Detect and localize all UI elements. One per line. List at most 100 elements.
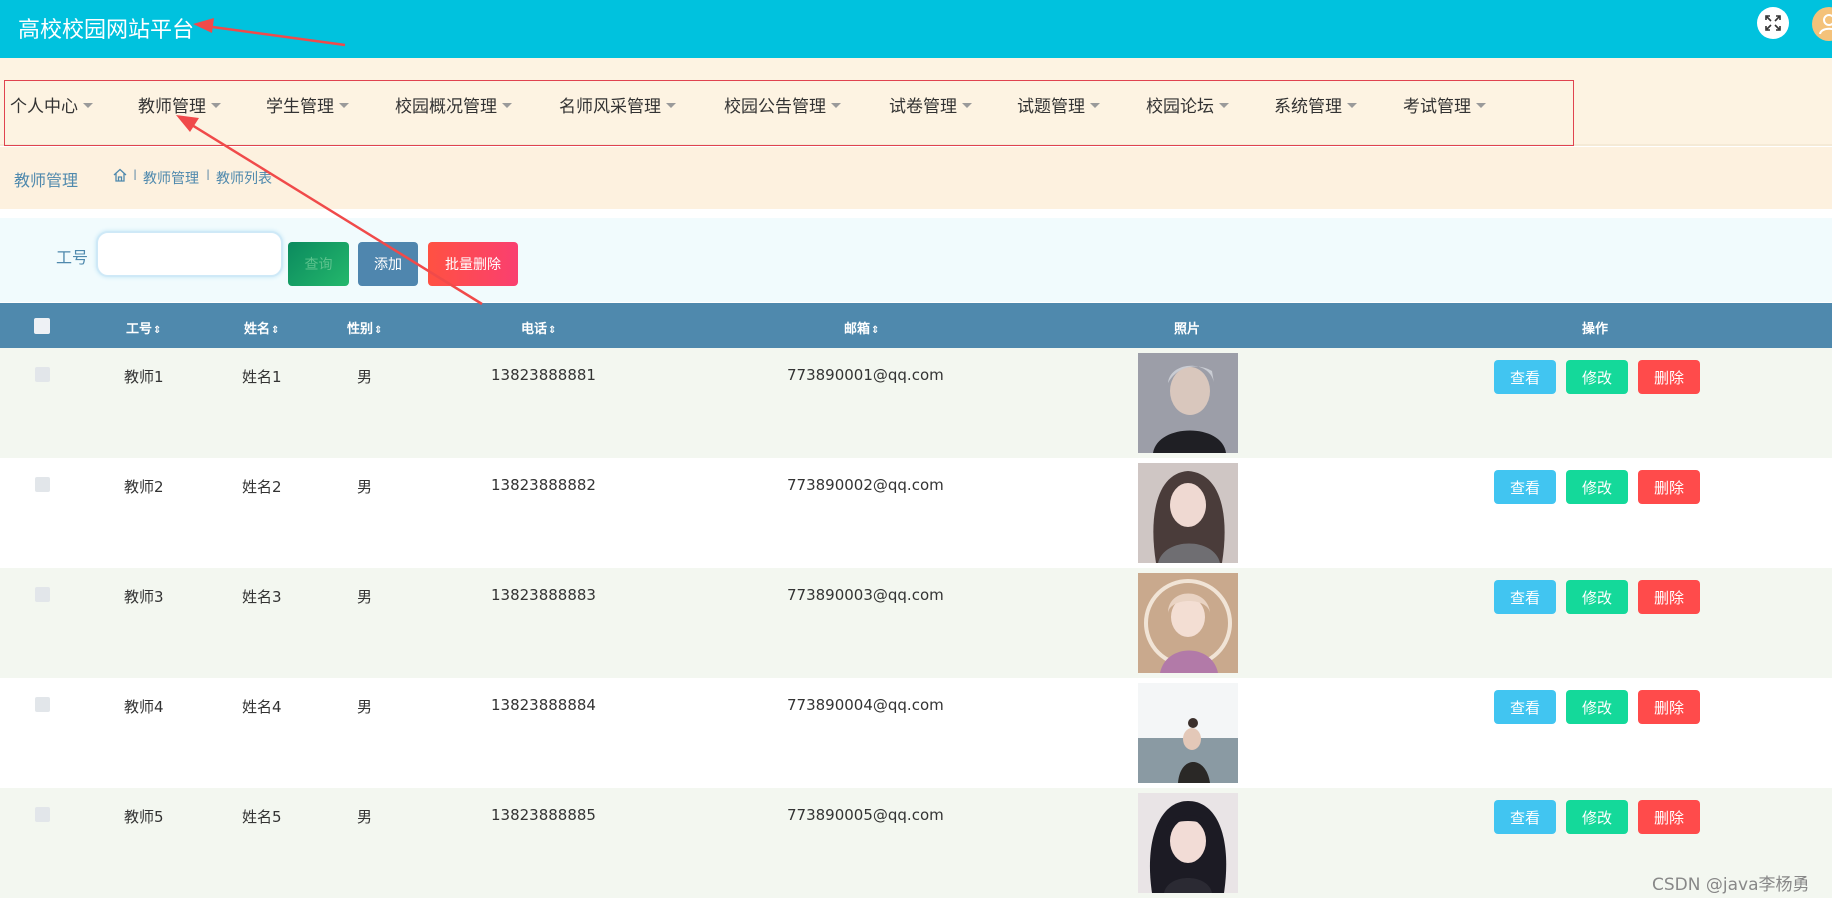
nav-item-exam-management[interactable]: 考试管理 [1403,92,1486,117]
table-row [0,568,1832,678]
search-label: 工号 [56,248,89,267]
caret-down-icon [666,102,676,108]
expand-icon [1765,15,1781,31]
delete-button[interactable]: 删除 [1638,360,1700,394]
cell-id: 教师3 [124,588,164,606]
select-all-checkbox[interactable] [34,318,50,334]
cell-email: 773890001@qq.com [787,366,944,384]
nav-item-label: 学生管理 [266,96,334,117]
breadcrumb-item-teacher-list: 教师列表 [216,171,272,187]
cell-id: 教师1 [124,368,164,386]
sort-icon: ⇕ [153,325,162,336]
cell-id: 教师4 [124,698,164,716]
cell-name: 姓名3 [242,588,282,606]
cell-phone: 13823888882 [491,476,596,494]
caret-down-icon [502,102,512,108]
user-icon [1819,14,1832,35]
caret-down-icon [831,102,841,108]
column-header-gender[interactable]: 性别⇕ [347,318,382,337]
avatar[interactable] [1812,7,1832,41]
teacher-photo[interactable] [1138,683,1238,783]
sort-icon: ⇕ [271,325,280,336]
table-row [0,788,1832,898]
breadcrumb-bar [0,147,1832,209]
caret-down-icon [1347,102,1357,108]
nav-item-student-management[interactable]: 学生管理 [266,92,349,117]
teacher-photo[interactable] [1138,793,1238,893]
fullscreen-button[interactable] [1757,7,1789,39]
sort-icon: ⇕ [871,325,880,336]
nav-item-label: 考试管理 [1403,96,1471,117]
breadcrumb-separator: I [133,168,138,184]
nav-item-questions[interactable]: 试题管理 [1017,92,1100,117]
column-header-id[interactable]: 工号⇕ [126,318,161,337]
breadcrumb-item-teacher-management[interactable]: 教师管理 [143,168,199,188]
add-button[interactable]: 添加 [358,242,418,286]
cell-gender: 男 [357,478,373,496]
cell-email: 773890004@qq.com [787,696,944,714]
cell-name: 姓名5 [242,808,282,826]
row-checkbox[interactable] [35,807,50,822]
edit-button[interactable]: 修改 [1566,580,1628,614]
table-row [0,348,1832,458]
search-input[interactable] [96,231,283,277]
nav-item-exam-paper[interactable]: 试卷管理 [889,92,972,117]
batch-delete-button[interactable]: 批量删除 [428,242,518,286]
app-title: 高校校园网站平台 [18,18,195,43]
cell-email: 773890002@qq.com [787,476,944,494]
edit-button[interactable]: 修改 [1566,470,1628,504]
cell-name: 姓名2 [242,478,282,496]
delete-button[interactable]: 删除 [1638,690,1700,724]
teacher-photo[interactable] [1138,353,1238,453]
top-header: 高校校园网站平台 [0,0,1832,58]
view-button[interactable]: 查看 [1494,690,1556,724]
row-checkbox[interactable] [35,477,50,492]
delete-button[interactable]: 删除 [1638,580,1700,614]
nav-item-label: 校园论坛 [1146,96,1214,117]
edit-button[interactable]: 修改 [1566,360,1628,394]
delete-button[interactable]: 删除 [1638,470,1700,504]
column-header-actions: 操作 [1582,322,1609,337]
cell-name: 姓名4 [242,698,282,716]
home-icon[interactable] [113,168,127,182]
search-button[interactable]: 查询 [288,242,349,286]
nav-item-campus-announcements[interactable]: 校园公告管理 [724,92,841,117]
cell-gender: 男 [357,808,373,826]
view-button[interactable]: 查看 [1494,360,1556,394]
nav-item-label: 个人中心 [10,96,78,117]
row-checkbox[interactable] [35,587,50,602]
table-row [0,678,1832,788]
delete-button[interactable]: 删除 [1638,800,1700,834]
nav-item-label: 名师风采管理 [559,96,661,117]
edit-button[interactable]: 修改 [1566,800,1628,834]
nav-item-teacher-management[interactable]: 教师管理 [138,92,221,117]
teacher-photo[interactable] [1138,463,1238,563]
nav-item-label: 系统管理 [1274,96,1342,117]
row-checkbox[interactable] [35,697,50,712]
view-button[interactable]: 查看 [1494,580,1556,614]
caret-down-icon [1476,102,1486,108]
cell-email: 773890005@qq.com [787,806,944,824]
edit-button[interactable]: 修改 [1566,690,1628,724]
caret-down-icon [83,102,93,108]
cell-phone: 13823888884 [491,696,596,714]
nav-item-system-management[interactable]: 系统管理 [1274,92,1357,117]
column-header-phone[interactable]: 电话⇕ [521,318,556,337]
column-header-name[interactable]: 姓名⇕ [244,318,279,337]
cell-email: 773890003@qq.com [787,586,944,604]
nav-item-campus-forum[interactable]: 校园论坛 [1146,92,1229,117]
breadcrumb-separator: I [206,168,211,184]
nav-item-label: 教师管理 [138,96,206,117]
cell-gender: 男 [357,698,373,716]
teacher-photo[interactable] [1138,573,1238,673]
row-checkbox[interactable] [35,367,50,382]
view-button[interactable]: 查看 [1494,800,1556,834]
nav-item-famous-teachers[interactable]: 名师风采管理 [559,92,676,117]
nav-item-campus-overview[interactable]: 校园概况管理 [395,92,512,117]
column-header-email[interactable]: 邮箱⇕ [844,318,879,337]
nav-item-personal-center[interactable]: 个人中心 [10,92,93,117]
caret-down-icon [1090,102,1100,108]
cell-id: 教师2 [124,478,164,496]
view-button[interactable]: 查看 [1494,470,1556,504]
cell-phone: 13823888881 [491,366,596,384]
